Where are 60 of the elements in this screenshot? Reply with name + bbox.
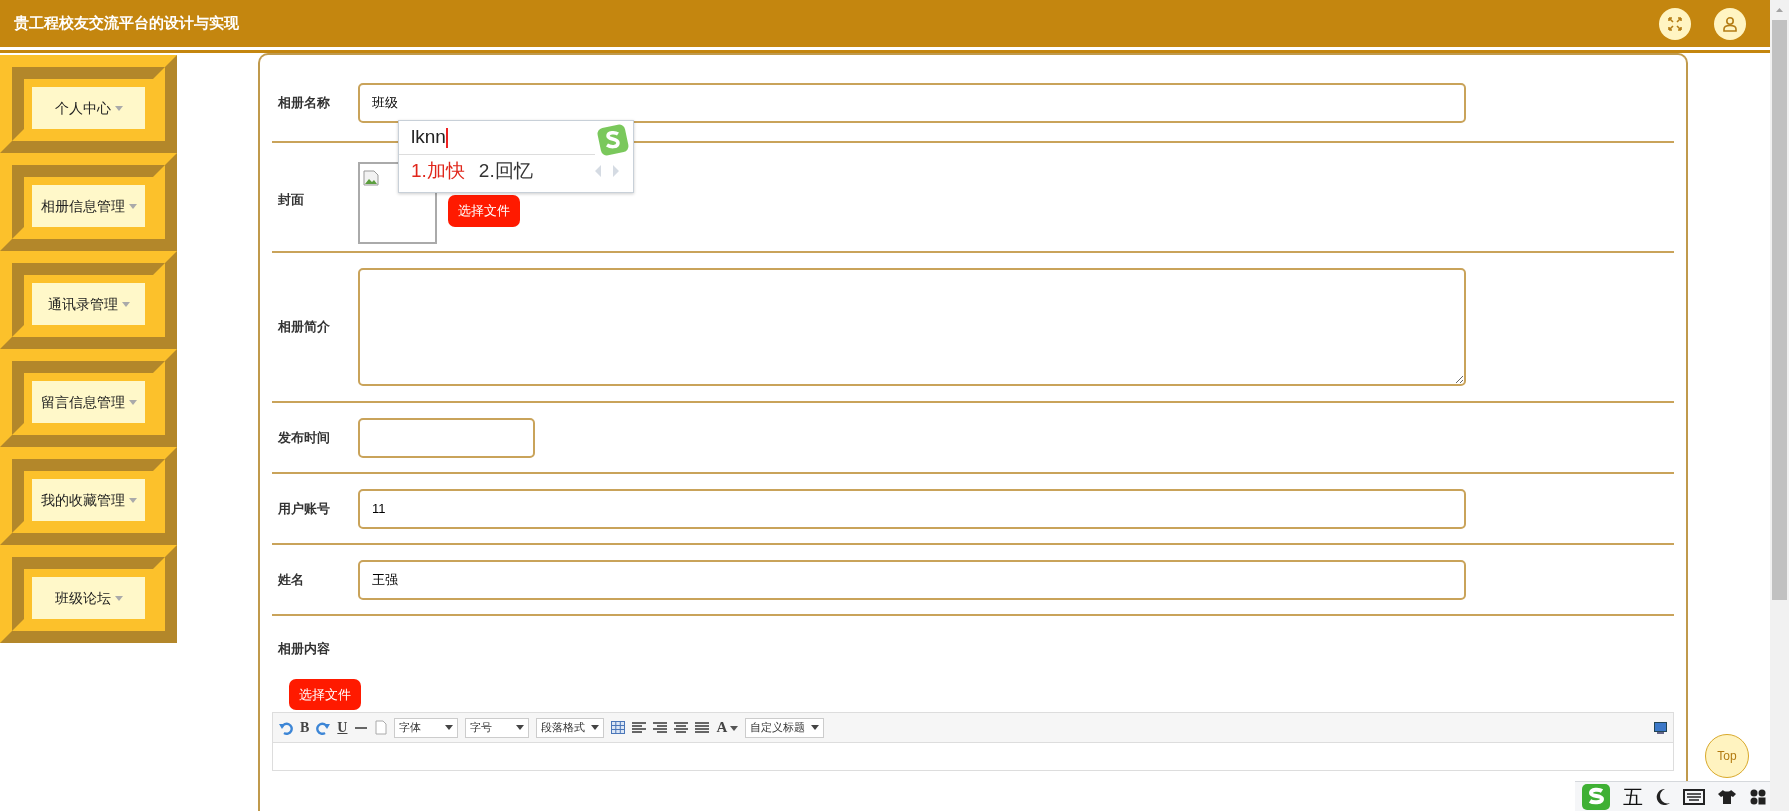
caret-icon bbox=[811, 725, 820, 730]
caret-icon bbox=[516, 725, 525, 730]
text-field[interactable]: 班级 bbox=[358, 83, 1466, 123]
sidebar-menu-button[interactable]: 个人中心 bbox=[0, 55, 177, 153]
field-label: 相册简介 bbox=[278, 318, 331, 337]
field-label: 发布时间 bbox=[278, 428, 331, 447]
sidebar-menu-button[interactable]: 留言信息管理 bbox=[0, 349, 177, 447]
toolbar-dropdown[interactable]: 段落格式 bbox=[536, 717, 605, 738]
shirt-icon[interactable] bbox=[1717, 788, 1737, 805]
input-mode-toggle[interactable]: 五 bbox=[1623, 781, 1643, 811]
field-label: 封面 bbox=[278, 191, 305, 209]
format-button[interactable]: B bbox=[300, 717, 310, 738]
choose-file-button[interactable]: 选择文件 bbox=[448, 195, 520, 227]
text-field[interactable]: 11 bbox=[358, 488, 1466, 529]
user-icon[interactable] bbox=[1714, 7, 1746, 40]
caret-icon bbox=[128, 497, 137, 503]
ime-candidate[interactable]: 2.回忆 bbox=[478, 157, 533, 186]
grid-icon[interactable] bbox=[1749, 788, 1767, 805]
ime-composition-text: lknn bbox=[411, 126, 446, 147]
align-center-icon[interactable] bbox=[674, 721, 689, 734]
caret-icon bbox=[114, 105, 123, 111]
scrollbar[interactable] bbox=[1770, 0, 1789, 811]
toolbar-dropdown[interactable]: 字号 bbox=[465, 717, 530, 738]
preview-icon[interactable] bbox=[1654, 721, 1667, 734]
format-button[interactable]: A bbox=[716, 716, 739, 739]
text-field[interactable]: 王强 bbox=[358, 559, 1466, 600]
sidebar-menu-button[interactable]: 相册信息管理 bbox=[0, 153, 177, 251]
justify-icon[interactable] bbox=[695, 721, 710, 734]
caret-icon bbox=[591, 725, 600, 730]
moon-icon[interactable] bbox=[1655, 787, 1671, 806]
toolbar-dropdown[interactable]: 自定义标题 bbox=[745, 717, 825, 738]
caret-icon bbox=[121, 301, 130, 307]
text-area[interactable] bbox=[358, 268, 1466, 386]
caret-icon bbox=[114, 595, 123, 601]
field-label: 用户账号 bbox=[278, 499, 331, 518]
caret-icon bbox=[128, 399, 137, 405]
field-label: 姓名 bbox=[278, 570, 305, 589]
sidebar-menu-button[interactable]: 班级论坛 bbox=[0, 545, 177, 643]
keyboard-icon[interactable] bbox=[1683, 788, 1705, 805]
app-title: 贵工程校友交流平台的设计与实现 bbox=[14, 13, 239, 34]
ime-logo-icon bbox=[596, 123, 630, 157]
align-right-icon[interactable] bbox=[653, 721, 668, 734]
fullscreen-icon[interactable] bbox=[1659, 7, 1691, 40]
format-button[interactable]: U bbox=[337, 717, 348, 738]
sidebar-menu-button[interactable]: 我的收藏管理 bbox=[0, 447, 177, 545]
text-field[interactable] bbox=[358, 417, 535, 458]
broken-image-icon bbox=[363, 167, 379, 183]
sidebar-menu-button[interactable]: 通讯录管理 bbox=[0, 251, 177, 349]
choose-file-button[interactable]: 选择文件 bbox=[289, 678, 361, 710]
redo-icon[interactable] bbox=[316, 720, 331, 735]
caret-icon bbox=[128, 203, 137, 209]
align-left-icon[interactable] bbox=[632, 721, 647, 734]
caret-icon bbox=[445, 725, 454, 730]
ime-candidate[interactable]: 1.加快 bbox=[411, 157, 465, 186]
caret-icon bbox=[730, 726, 739, 732]
toolbar-dropdown[interactable]: 字体 bbox=[394, 717, 459, 738]
field-label: 相册内容 bbox=[278, 641, 330, 656]
field-label: 相册名称 bbox=[278, 94, 331, 113]
undo-icon[interactable] bbox=[279, 720, 293, 735]
table-icon[interactable] bbox=[611, 721, 626, 734]
